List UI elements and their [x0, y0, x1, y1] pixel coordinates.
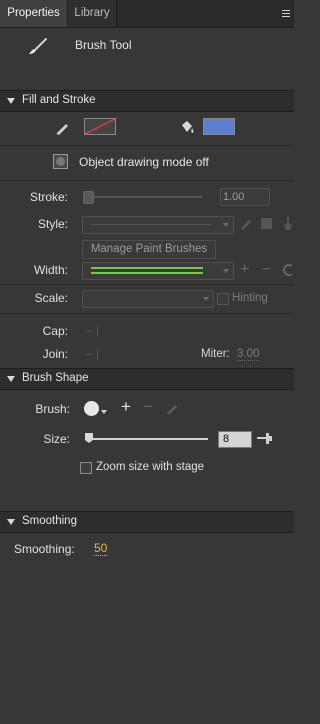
brush-shape-selector[interactable]: [84, 401, 107, 417]
divider: [0, 180, 294, 181]
divider: [0, 284, 294, 285]
size-slider-handle[interactable]: [84, 432, 94, 444]
edit-brush-icon[interactable]: [165, 401, 179, 415]
size-label: Size:: [43, 432, 70, 446]
stroke-slider-track[interactable]: [84, 196, 202, 198]
divider: [0, 313, 294, 314]
stroke-value-field[interactable]: 1.00: [220, 188, 270, 206]
stroke-color-swatch[interactable]: [84, 118, 116, 135]
hinting-label: Hinting: [232, 292, 268, 304]
width-profile-dropdown[interactable]: [82, 262, 234, 280]
remove-brush-icon[interactable]: −: [143, 398, 153, 416]
cap-label: Cap:: [42, 324, 68, 338]
stroke-label: Stroke:: [29, 190, 68, 204]
section-smoothing[interactable]: Smoothing: [0, 511, 294, 533]
tool-name: Brush Tool: [75, 38, 132, 52]
hinting-checkbox[interactable]: [217, 293, 229, 305]
section-title: Fill and Stroke: [22, 94, 96, 106]
join-dropdown[interactable]: – |: [86, 346, 99, 360]
add-width-icon[interactable]: +: [240, 262, 249, 278]
object-drawing-toggle[interactable]: [53, 154, 68, 169]
paint-brush-icon[interactable]: [282, 216, 294, 231]
size-slider-track[interactable]: [86, 438, 208, 440]
collapse-triangle-icon: [7, 98, 15, 104]
collapse-triangle-icon: [7, 376, 15, 382]
panel-tab-bar: Properties Library: [0, 0, 294, 28]
miter-label: Miter:: [201, 348, 230, 360]
smoothing-value[interactable]: 50: [94, 542, 108, 556]
reset-width-icon[interactable]: [282, 263, 294, 277]
fill-color-swatch[interactable]: [203, 118, 235, 135]
divider: [0, 145, 294, 146]
tab-properties[interactable]: Properties: [0, 0, 68, 27]
zoom-size-checkbox[interactable]: [80, 462, 92, 474]
panel-menu-icon[interactable]: [282, 10, 290, 17]
paint-bucket-icon: [178, 119, 196, 136]
smoothing-label: Smoothing:: [14, 542, 75, 556]
width-label: Width:: [33, 263, 68, 277]
manage-paint-brushes-button[interactable]: Manage Paint Brushes: [82, 240, 216, 259]
section-brush-shape[interactable]: Brush Shape: [0, 368, 294, 390]
pencil-icon: [54, 120, 70, 136]
tab-library[interactable]: Library: [68, 0, 117, 27]
style-label: Style:: [37, 217, 68, 231]
miter-value[interactable]: 3.00: [237, 348, 260, 361]
object-drawing-label: Object drawing mode off: [79, 155, 209, 169]
brush-tool-icon: [26, 36, 50, 58]
section-title: Brush Shape: [22, 372, 89, 384]
cap-dropdown[interactable]: – |: [86, 323, 99, 337]
stroke-slider-handle[interactable]: [83, 191, 94, 204]
remove-width-icon[interactable]: −: [262, 262, 271, 278]
section-fill-and-stroke[interactable]: Fill and Stroke: [0, 90, 294, 112]
brush-label: Brush:: [35, 402, 70, 416]
pin-icon[interactable]: [257, 433, 273, 444]
scale-dropdown[interactable]: [82, 290, 214, 308]
add-brush-icon[interactable]: +: [121, 398, 131, 416]
section-title: Smoothing: [22, 515, 77, 527]
size-value-field[interactable]: 8: [218, 431, 252, 448]
style-dropdown[interactable]: [82, 216, 234, 234]
join-label: Join:: [42, 347, 68, 361]
scale-label: Scale:: [34, 291, 68, 305]
edit-stroke-style-icon[interactable]: [239, 216, 253, 230]
zoom-size-label: Zoom size with stage: [96, 461, 205, 473]
collapse-triangle-icon: [7, 519, 15, 525]
brush-library-icon[interactable]: [260, 217, 274, 230]
